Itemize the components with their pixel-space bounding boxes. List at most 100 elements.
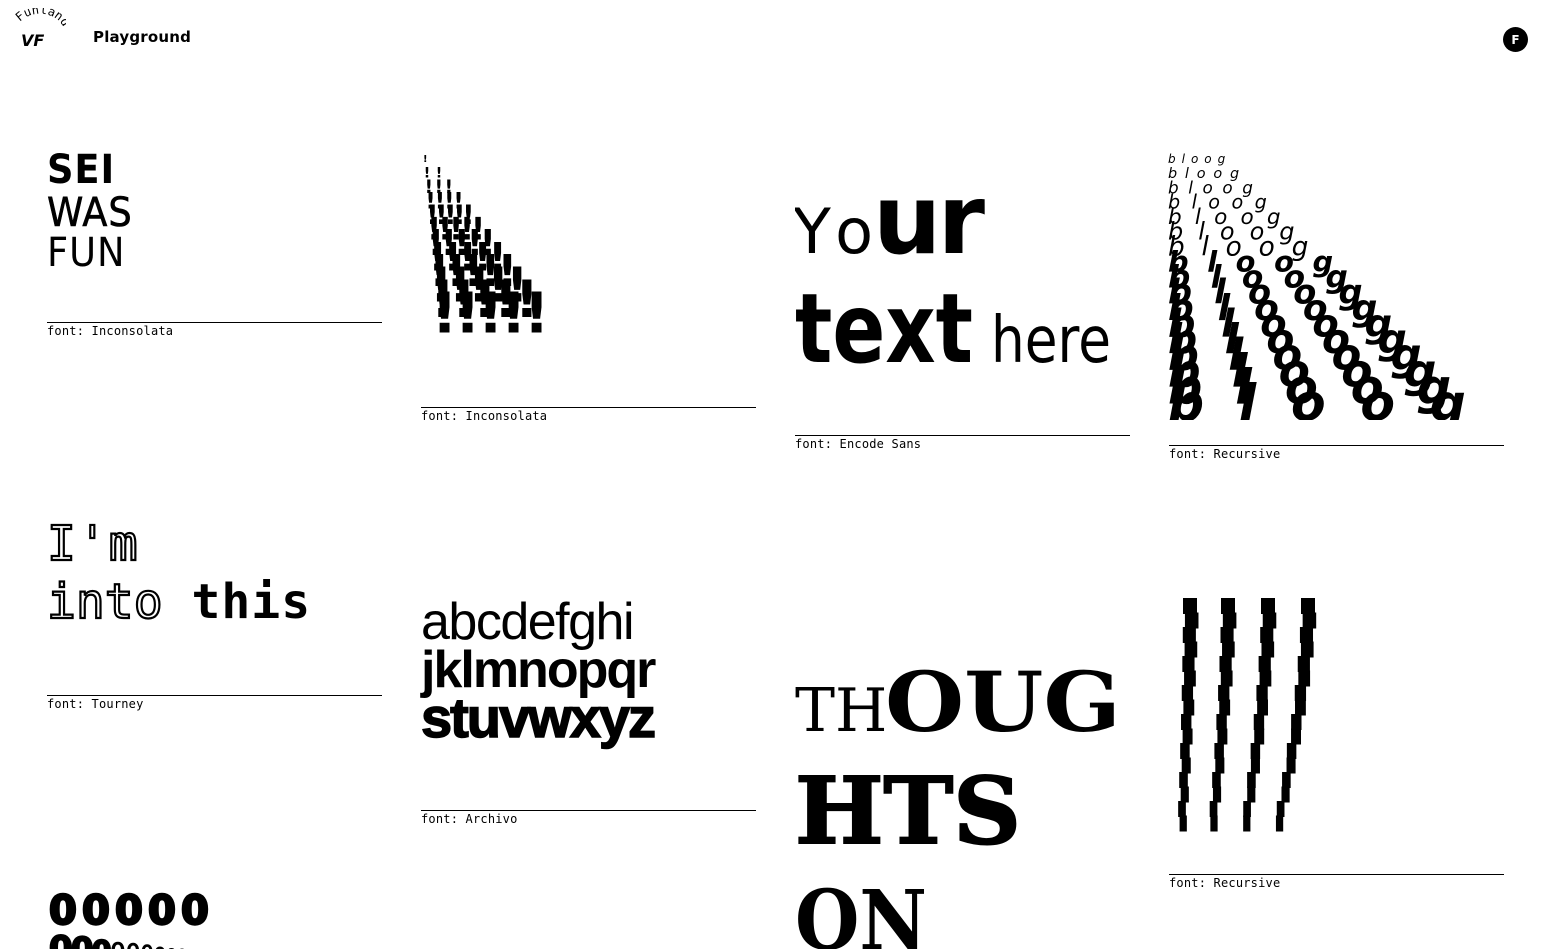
specimen-line-2: into this (46, 571, 382, 633)
stroke-segment (1260, 627, 1274, 643)
stroke-segment (1181, 714, 1192, 730)
stroke-segment (1275, 815, 1284, 832)
stroke-segment (1286, 743, 1297, 759)
specimen-card-sei-was-fun[interactable]: SEI WAS FUN (47, 150, 382, 273)
stroke-segment (1302, 612, 1317, 629)
stroke-segment (1258, 656, 1271, 672)
stroke-segment (1262, 612, 1277, 629)
bloog-word: bloog (1168, 374, 1501, 420)
exclamation-glyph: ! (524, 282, 550, 347)
alphabet-line-3: stuvwxyz (420, 686, 657, 749)
logo-mark-icon: Funland VF (13, 3, 73, 50)
zero-glyph: 0 (126, 941, 140, 949)
stroke-segment (1182, 656, 1195, 672)
stroke-segment (1214, 743, 1224, 759)
stroke-segment (1300, 641, 1314, 658)
zero-glyph: 0 (71, 930, 93, 949)
stroke-segment (1276, 801, 1285, 817)
stroke-segment (1184, 612, 1199, 629)
font-caption: font: Inconsolata (421, 407, 756, 423)
stroke-cascade (1178, 598, 1317, 832)
stroke-segment (1215, 757, 1225, 774)
exclamation-glyph: ! (478, 282, 504, 347)
zero-glyph: 0 (141, 941, 154, 949)
stroke-segment (1178, 801, 1186, 817)
stroke-segment (1297, 656, 1310, 672)
zero-glyph: 0 (82, 888, 110, 934)
stroke-segment (1184, 641, 1198, 658)
specimen-line-1: I'm (46, 516, 140, 572)
specimen-card-your-text-here[interactable]: Your text here (792, 164, 1130, 385)
zero-glyph: 0 (154, 944, 165, 949)
stroke-segment (1298, 670, 1311, 687)
stroke-segment (1261, 641, 1275, 658)
zero-glyph: 0 (110, 938, 125, 949)
thoughts-on-art: THOUG HTS ON (794, 655, 1121, 949)
specimen-line-2: HTS (795, 757, 1021, 865)
stroke-segment (1179, 772, 1188, 788)
stroke-segment (1218, 685, 1230, 701)
font-caption: font: Encode Sans (795, 435, 1130, 451)
specimen-line-3: FUN (47, 230, 126, 276)
specimen-card-thoughts-on[interactable]: THOUG HTS ON (794, 635, 1130, 949)
stroke-segment (1182, 627, 1196, 643)
stroke-segment (1291, 714, 1302, 730)
stroke-segment (1261, 598, 1275, 614)
specimen-line-1: SEI (47, 147, 116, 193)
specimen-card-strokes[interactable] (1169, 598, 1504, 838)
stroke-segment (1294, 685, 1307, 701)
stroke-segment (1257, 699, 1268, 716)
specimen-card-im-into-this[interactable]: I'm into this (46, 516, 382, 637)
your-text-here-art: Your text here (792, 164, 1111, 385)
stroke-segment (1254, 728, 1265, 745)
stroke-segment (1259, 670, 1272, 687)
specimen-line-3: ON (795, 873, 927, 949)
specimen-card-exclamations[interactable]: !!!!!!!!!!!!!!!!!!!!!!!!!!!!!!!!!!!!!!!!… (421, 150, 756, 350)
stroke-segment (1212, 786, 1222, 803)
stroke-segment (1286, 757, 1296, 774)
zero-glyph: 0 (148, 888, 176, 934)
specimen-line-1: Your (795, 165, 986, 276)
stroke-segment (1212, 772, 1221, 788)
stroke-segment (1243, 815, 1251, 832)
bloog-word: bloog (1168, 152, 1231, 166)
stroke-segment (1247, 786, 1256, 803)
font-caption: font: Archivo (421, 810, 756, 826)
stroke-segment (1184, 670, 1196, 687)
stroke-segment (1183, 598, 1197, 614)
zero-glyph: 0 (115, 888, 143, 934)
stroke-segment (1299, 627, 1314, 643)
stroke-segment (1180, 743, 1190, 759)
zeros-art: 0000000000000000 (48, 888, 210, 949)
page-title[interactable]: Playground (93, 28, 191, 46)
font-caption: font: Inconsolata (47, 322, 382, 338)
stroke-segment (1220, 670, 1233, 687)
font-caption: font: Recursive (1169, 445, 1504, 461)
bloog-cascade: bloogbloogbloogbloogbloogbloogbloogbloog… (1168, 152, 1501, 433)
zero-glyph: 0 (49, 929, 73, 949)
logo-vf-text: VF (21, 31, 44, 50)
this-word: this (191, 574, 312, 630)
exclamation-glyph: ! (423, 154, 428, 165)
specimen-card-alphabet[interactable]: abcdefghi jklmnopqr stuvwxyz (420, 596, 756, 749)
stroke-segment (1281, 786, 1290, 803)
specimen-card-bloog[interactable]: bloog bloog bloog bloog bloog bloog bloog bloog… (1166, 150, 1504, 433)
font-caption: font: Recursive (1169, 874, 1504, 890)
funland-logo[interactable]: Funland VF (13, 3, 73, 54)
stroke-segment (1282, 772, 1291, 788)
stroke-segment (1219, 656, 1232, 672)
zero-glyph: 0 (92, 934, 111, 949)
specimen-line-2: WAS (47, 190, 133, 236)
stroke-segment (1180, 786, 1189, 803)
avatar[interactable]: F (1503, 27, 1528, 52)
specimen-card-zeros[interactable]: 0000000000000000 (47, 888, 382, 949)
exclamation-glyph: ! (455, 282, 481, 347)
stroke-segment (1295, 699, 1306, 716)
specimen-line-2: text here (795, 273, 1111, 375)
stroke-segment (1291, 728, 1302, 745)
stroke-segment (1250, 743, 1261, 759)
stroke-segment (1220, 627, 1234, 643)
stroke-segment (1222, 641, 1235, 658)
stroke-segment (1181, 685, 1194, 701)
stroke-segment (1217, 728, 1228, 745)
